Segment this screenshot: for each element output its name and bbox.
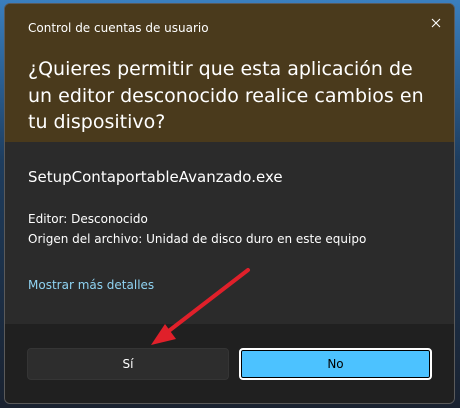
permission-question: ¿Quieres permitir que esta aplicación de… — [28, 58, 424, 133]
dialog-body: SetupContaportableAvanzado.exe Editor: D… — [5, 142, 454, 324]
window-title: Control de cuentas de usuario — [28, 21, 209, 35]
publisher-info: Editor: Desconocido — [28, 212, 148, 226]
close-button[interactable] — [423, 10, 449, 36]
dialog-header: Control de cuentas de usuario ¿Quieres p… — [5, 4, 454, 142]
yes-button[interactable]: Sí — [27, 348, 229, 380]
program-name: SetupContaportableAvanzado.exe — [28, 168, 283, 186]
uac-dialog: Control de cuentas de usuario ¿Quieres p… — [4, 3, 455, 404]
dialog-footer: Sí No — [5, 324, 454, 403]
close-icon — [431, 18, 441, 28]
show-more-details-link[interactable]: Mostrar más detalles — [28, 278, 154, 292]
no-button[interactable]: No — [239, 348, 432, 380]
file-origin-info: Origen del archivo: Unidad de disco duro… — [28, 232, 367, 246]
